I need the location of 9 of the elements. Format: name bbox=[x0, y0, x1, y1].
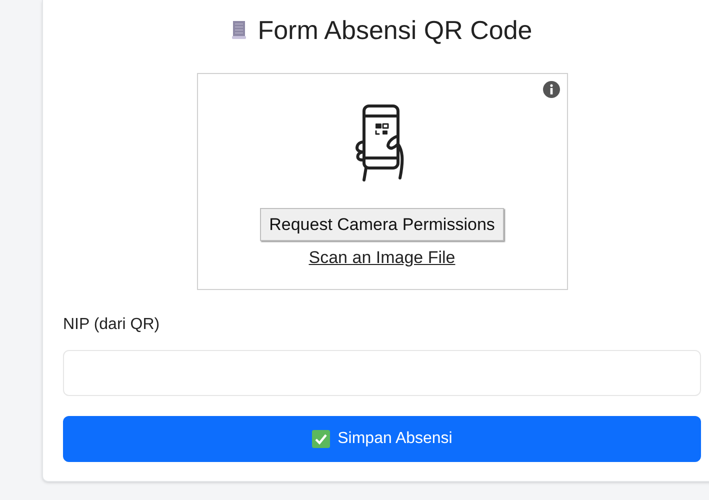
check-icon bbox=[312, 430, 330, 448]
info-icon bbox=[542, 81, 560, 98]
save-attendance-button[interactable]: Simpan Absensi bbox=[63, 416, 701, 462]
request-camera-permissions-button[interactable]: Request Camera Permissions bbox=[260, 208, 504, 241]
scan-image-file-link[interactable]: Scan an Image File bbox=[308, 245, 456, 270]
nip-input-field[interactable] bbox=[63, 350, 701, 396]
scroll-icon bbox=[232, 20, 246, 40]
nip-label: NIP (dari QR) bbox=[63, 315, 161, 335]
form-title: Form Absensi QR Code bbox=[258, 17, 532, 43]
